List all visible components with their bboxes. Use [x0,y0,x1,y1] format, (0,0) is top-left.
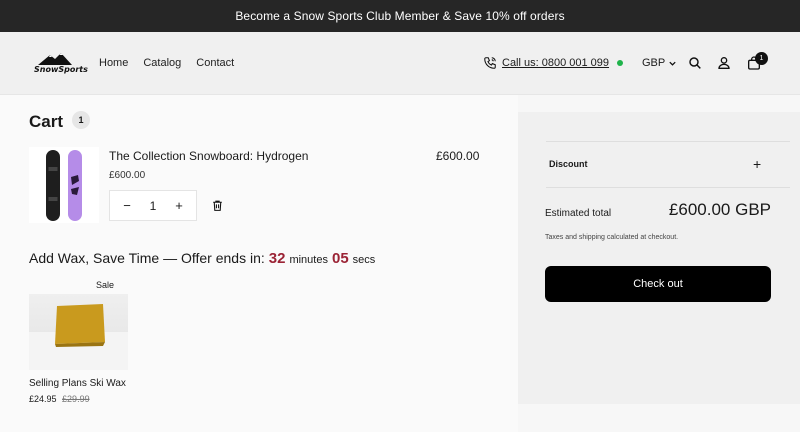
cart-item-unit-price: £600.00 [109,170,146,181]
compare-at-price: £29.99 [62,394,90,404]
countdown-seconds: 05 [331,250,349,267]
increase-quantity-button[interactable]: + [172,198,186,213]
quantity-value[interactable]: 1 [150,199,157,213]
countdown-minutes-label: minutes [289,254,328,266]
upsell-product-price: £24.95 £29.99 [29,394,90,404]
cart-main: Cart 1 The Collection Snowboard: Hydroge… [0,95,518,432]
cart-item-name[interactable]: The Collection Snowboard: Hydrogen [109,149,308,163]
sale-badge: Sale [96,280,115,290]
call-us-text: Call us: 0800 001 099 [502,57,610,69]
checkout-label: Check out [633,278,683,290]
tax-note: Taxes and shipping calculated at checkou… [545,234,679,241]
offer-text: Add Wax, Save Time — Offer ends in: [29,250,265,266]
countdown-seconds-label: secs [352,254,376,266]
upsell-product-name[interactable]: Selling Plans Ski Wax [29,378,126,389]
nav-catalog[interactable]: Catalog [143,57,181,69]
currency-value: GBP [642,57,666,69]
search-icon[interactable] [687,55,703,71]
estimated-total-label: Estimated total [545,208,612,219]
checkout-button[interactable]: Check out [545,266,771,302]
nav-contact[interactable]: Contact [196,57,234,69]
mountain-icon [38,53,72,65]
site-header: SnowSports Home Catalog Contact Call us:… [0,32,800,95]
estimated-total-value: £600.00 GBP [668,200,771,219]
quantity-stepper[interactable]: − 1 + [109,190,197,221]
logo-text: SnowSports [34,65,88,74]
snowboard-image[interactable] [29,147,99,223]
countdown-minutes: 32 [268,250,286,267]
brand-logo[interactable]: SnowSports [34,52,88,74]
summary-divider-bottom [546,187,790,188]
chevron-down-icon [669,61,676,66]
nav-home[interactable]: Home [99,57,128,69]
online-status-dot [617,60,624,66]
cart-item-count: 1 [72,111,90,129]
ski-wax-image[interactable] [29,294,128,370]
announcement-text: Become a Snow Sports Club Member & Save … [235,9,565,23]
snowboard-picture [46,150,82,221]
call-us-link[interactable]: Call us: 0800 001 099 [483,56,624,70]
order-summary: Discount + Estimated total £600.00 GBP T… [518,112,800,404]
cart-item-total: £600.00 [436,149,480,163]
cart-count-badge: 1 [755,52,768,65]
plus-icon[interactable]: + [753,156,761,172]
summary-divider-top [546,141,790,142]
wax-block-picture [29,304,128,370]
account-icon[interactable] [716,55,732,71]
decrease-quantity-button[interactable]: − [120,198,134,213]
phone-icon [484,57,496,69]
discount-toggle-label[interactable]: Discount [549,159,588,169]
trash-icon[interactable] [211,199,224,212]
wax-offer-banner: Add Wax, Save Time — Offer ends in: 32 m… [29,250,375,267]
announcement-bar: Become a Snow Sports Club Member & Save … [0,0,800,32]
main-nav: Home Catalog Contact [99,57,234,69]
page-title: Cart [29,112,64,131]
sale-price: £24.95 [29,394,57,404]
currency-selector[interactable]: GBP [642,57,677,69]
